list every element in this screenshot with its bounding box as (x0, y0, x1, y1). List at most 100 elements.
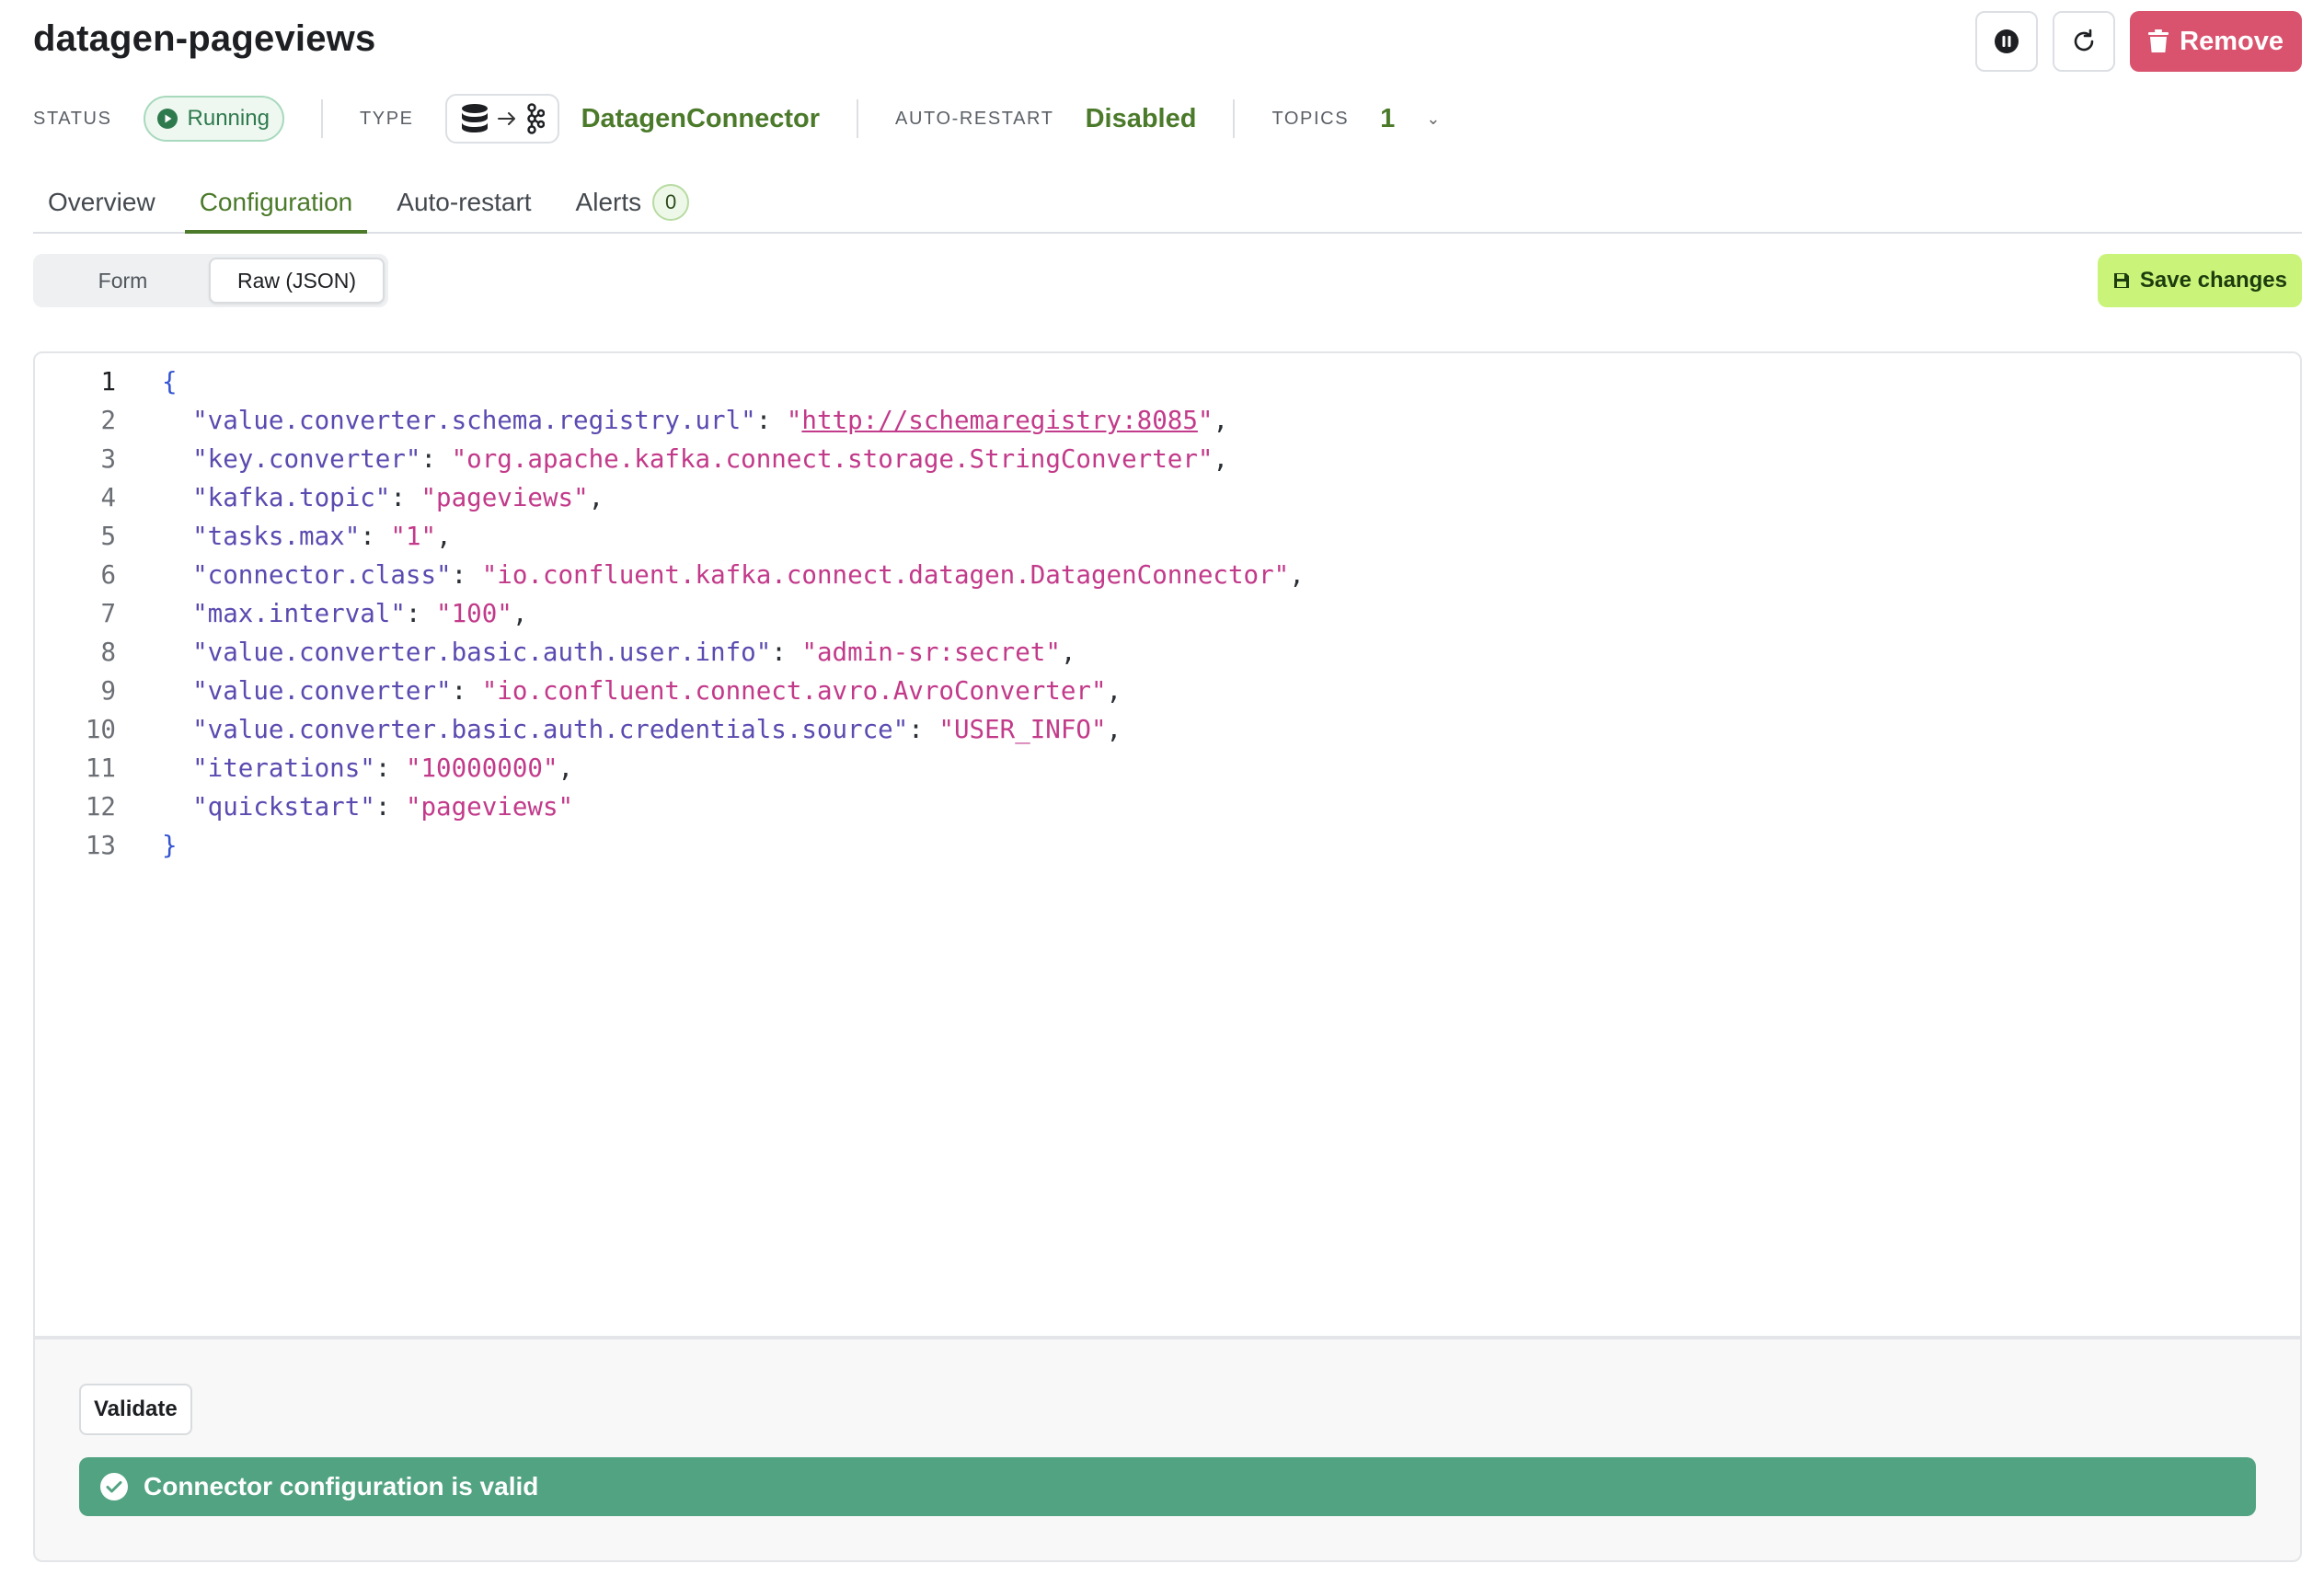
status-value: Running (187, 106, 270, 131)
validate-button[interactable]: Validate (79, 1384, 192, 1435)
tab-alerts[interactable]: Alerts 0 (561, 173, 705, 232)
line-source: "connector.class": "io.confluent.kafka.c… (192, 560, 1305, 590)
raw-json-view-toggle[interactable]: Raw (JSON) (209, 258, 385, 304)
pause-button[interactable] (1975, 11, 2039, 72)
line-number: 8 (100, 638, 116, 667)
line-number: 12 (85, 792, 116, 822)
tab-label: Auto-restart (397, 188, 532, 216)
form-view-toggle[interactable]: Form (37, 258, 209, 304)
restart-icon (2074, 29, 2094, 52)
validation-message: Connector configuration is valid (144, 1472, 539, 1500)
database-icon (461, 104, 488, 132)
view-mode-switch: Form Raw (JSON) (33, 254, 388, 307)
code-content[interactable]: 1{2 "value.converter.schema.registry.url… (35, 362, 1305, 865)
json-key: "value.converter.basic.auth.credentials.… (192, 715, 909, 744)
json-value: "org.apache.kafka.connect.storage.String… (451, 444, 1214, 474)
status-badge: Running (143, 96, 284, 142)
code-line[interactable]: 9 "value.converter": "io.confluent.conne… (35, 672, 1305, 710)
divider (320, 99, 323, 138)
page-title: datagen-pageviews (33, 18, 376, 59)
save-label: Save changes (2139, 268, 2287, 293)
line-number: 11 (85, 753, 116, 783)
json-editor[interactable]: 1{2 "value.converter.schema.registry.url… (33, 351, 2302, 1338)
trash-icon (2148, 29, 2169, 52)
line-number: 13 (85, 831, 116, 860)
code-line[interactable]: 13} (35, 826, 1305, 865)
json-value: "100" (436, 599, 512, 628)
json-key: "value.converter.basic.auth.user.info" (192, 638, 772, 667)
json-key: "iterations" (192, 753, 375, 783)
code-line[interactable]: 2 "value.converter.schema.registry.url":… (35, 401, 1305, 440)
line-number: 10 (85, 715, 116, 744)
kafka-icon (526, 103, 545, 134)
save-changes-button[interactable]: Save changes (2097, 254, 2302, 307)
line-number: 9 (100, 676, 116, 706)
code-line[interactable]: 3 "key.converter": "org.apache.kafka.con… (35, 440, 1305, 478)
tab-label: Alerts (575, 188, 642, 216)
divider (1233, 99, 1236, 138)
line-number: 5 (100, 522, 116, 551)
line-number: 4 (100, 483, 116, 512)
code-line[interactable]: 6 "connector.class": "io.confluent.kafka… (35, 556, 1305, 594)
code-line[interactable]: 4 "kafka.topic": "pageviews", (35, 478, 1305, 517)
line-number: 1 (100, 367, 116, 397)
check-circle-icon (100, 1473, 128, 1500)
line-source: "quickstart": "pageviews" (192, 792, 574, 822)
json-key: "key.converter" (192, 444, 421, 474)
json-value: "10000000" (405, 753, 558, 783)
code-line[interactable]: 10 "value.converter.basic.auth.credentia… (35, 710, 1305, 749)
brace: } (162, 831, 178, 860)
line-number: 6 (100, 560, 116, 590)
json-value: "admin-sr:secret" (801, 638, 1061, 667)
json-value: "io.confluent.kafka.connect.datagen.Data… (481, 560, 1290, 590)
code-line[interactable]: 8 "value.converter.basic.auth.user.info"… (35, 633, 1305, 672)
code-line[interactable]: 12 "quickstart": "pageviews" (35, 788, 1305, 826)
code-line[interactable]: 11 "iterations": "10000000", (35, 749, 1305, 788)
json-value: "USER_INFO" (938, 715, 1107, 744)
play-icon (156, 109, 178, 129)
tab-overview[interactable]: Overview (33, 173, 170, 232)
tab-configuration[interactable]: Configuration (184, 173, 368, 234)
connector-type: DatagenConnector (581, 103, 820, 133)
chevron-down-icon[interactable]: ⌄ (1426, 109, 1440, 129)
json-key: "kafka.topic" (192, 483, 391, 512)
connector-type-icon-group (444, 94, 559, 144)
code-line[interactable]: 1{ (35, 362, 1305, 401)
line-source: "kafka.topic": "pageviews", (192, 483, 604, 512)
line-source: "value.converter.schema.registry.url": "… (192, 406, 1228, 435)
line-number: 3 (100, 444, 116, 474)
line-number: 2 (100, 406, 116, 435)
tab-auto-restart[interactable]: Auto-restart (382, 173, 546, 232)
json-key: "connector.class" (192, 560, 452, 590)
divider (857, 99, 858, 138)
restart-button[interactable] (2053, 11, 2116, 72)
validation-panel: Validate Connector configuration is vali… (33, 1338, 2302, 1562)
topics-count[interactable]: 1 (1380, 104, 1395, 134)
line-source: { (116, 362, 178, 401)
tab-label: Overview (48, 188, 155, 216)
header-actions: Remove (1975, 11, 2302, 72)
code-line[interactable]: 7 "max.interval": "100", (35, 594, 1305, 633)
validation-success-banner: Connector configuration is valid (79, 1457, 2256, 1516)
json-key: "quickstart" (192, 792, 375, 822)
tab-label: Configuration (199, 188, 353, 216)
json-value: "pageviews" (405, 792, 574, 822)
remove-button[interactable]: Remove (2130, 11, 2302, 72)
save-icon (2113, 273, 2129, 288)
remove-label: Remove (2180, 26, 2284, 56)
line-source: "max.interval": "100", (192, 599, 528, 628)
autorestart-label: AUTO-RESTART (895, 108, 1054, 129)
json-value: "io.confluent.connect.avro.AvroConverter… (481, 676, 1107, 706)
code-line[interactable]: 5 "tasks.max": "1", (35, 517, 1305, 556)
brace: { (162, 367, 178, 397)
line-number: 7 (100, 599, 116, 628)
line-source: } (116, 826, 178, 865)
line-source: "value.converter.basic.auth.credentials.… (192, 715, 1122, 744)
line-source: "value.converter.basic.auth.user.info": … (192, 638, 1076, 667)
arrow-right-icon (497, 112, 515, 125)
line-source: "tasks.max": "1", (192, 522, 452, 551)
json-key: "value.converter" (192, 676, 452, 706)
status-label: STATUS (33, 108, 112, 129)
alerts-count-badge: 0 (652, 184, 690, 221)
json-value: "1" (390, 522, 437, 551)
